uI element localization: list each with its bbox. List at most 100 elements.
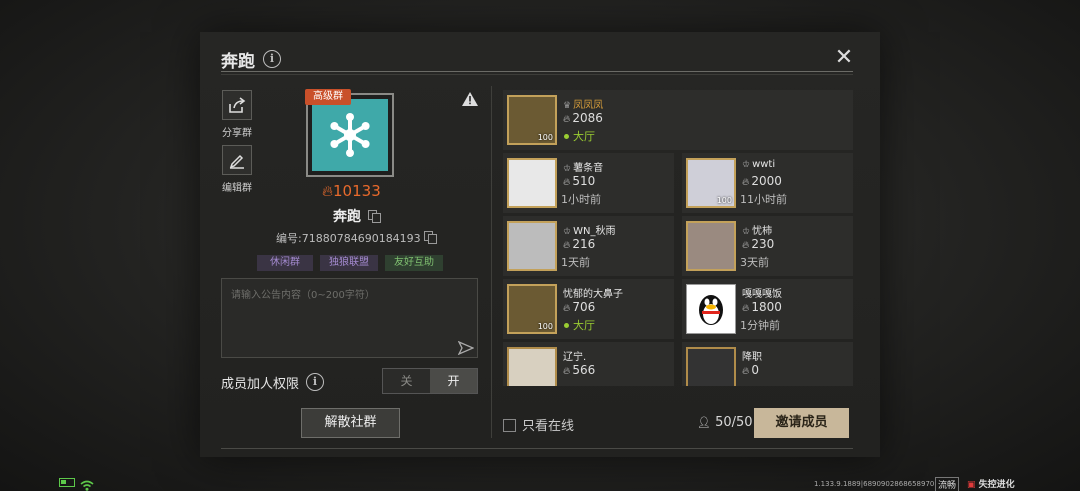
flame-icon: 🔥︎: [563, 303, 571, 314]
member-heat-value: 230: [751, 237, 775, 251]
close-button[interactable]: ✕: [832, 46, 856, 70]
copy-name-icon[interactable]: [368, 210, 381, 223]
member-count-value: 50/50: [715, 415, 753, 430]
tag-casual: 休闲群: [257, 255, 313, 271]
toggle-on[interactable]: 开: [430, 369, 477, 393]
member-name: ♔ wwti: [742, 159, 775, 170]
member-avatar: [507, 221, 557, 271]
member-heat: 🔥︎ 2000: [742, 174, 782, 188]
only-online-label: 只看在线: [522, 419, 575, 434]
disband-button[interactable]: 解散社群: [301, 408, 400, 438]
member-heat: 🔥︎ 1800: [742, 300, 782, 314]
member-card[interactable]: 100 ♛ 凤凤凤 🔥︎ 2086 大厅: [503, 90, 853, 150]
share-group-button[interactable]: [222, 90, 252, 120]
member-heat-value: 706: [572, 300, 596, 314]
member-card[interactable]: 100 ♔ wwti 🔥︎ 2000 11小时前: [682, 153, 853, 213]
brand-logo: ▣ 失控进化: [967, 480, 1015, 490]
toggle-off[interactable]: 关: [383, 369, 430, 393]
member-name: 辽宁.: [563, 352, 587, 363]
only-online-filter[interactable]: 只看在线: [503, 415, 574, 434]
member-heat: 🔥︎ 216: [563, 237, 595, 251]
flame-icon: 🔥︎: [742, 240, 750, 251]
member-avatar: 100: [507, 284, 557, 334]
member-status: 大厅: [561, 317, 595, 333]
permission-label: 成员加人权限: [221, 377, 300, 392]
group-heat: 🔥︎10133: [322, 182, 381, 200]
rank-medal-icon: ♔: [742, 227, 751, 237]
member-list[interactable]: 100 ♛ 凤凤凤 🔥︎ 2086 大厅 ♔ 薯条音 🔥︎ 510 1小时前 100 ♔…: [503, 90, 853, 386]
member-avatar: [507, 158, 557, 208]
member-name-text: wwti: [752, 159, 776, 170]
member-avatar: [686, 284, 736, 334]
member-status: 1分钟前: [740, 319, 780, 332]
member-card[interactable]: 嘎嘎嘎饭 🔥︎ 1800 1分钟前: [682, 279, 853, 339]
share-group-label: 分享群: [222, 128, 252, 139]
rank-medal-icon: ♔: [563, 227, 572, 237]
group-name: 奔跑: [333, 209, 361, 225]
member-status-text: 大厅: [573, 319, 595, 332]
member-heat-value: 2000: [751, 174, 782, 188]
member-avatar: [686, 347, 736, 386]
member-card[interactable]: ♔ WN_秋雨 🔥︎ 216 1天前: [503, 216, 674, 276]
send-icon[interactable]: [457, 340, 475, 359]
member-avatar: 100: [507, 95, 557, 145]
member-heat: 🔥︎ 566: [563, 363, 595, 377]
member-status-text: 大厅: [573, 130, 595, 143]
member-status: 11小时前: [740, 193, 787, 206]
member-status: 1小时前: [561, 193, 601, 206]
member-name: ♔ WN_秋雨: [563, 222, 615, 237]
flame-icon: 🔥︎: [563, 177, 571, 188]
member-name: ♔ 薯条音: [563, 159, 603, 174]
member-heat-value: 1800: [751, 300, 782, 314]
notice-placeholder: 请输入公告内容（0~200字符）: [231, 290, 375, 301]
member-card[interactable]: 100 忧郁的大鼻子 🔥︎ 706 大厅: [503, 279, 674, 339]
member-name: 忧郁的大鼻子: [563, 289, 623, 300]
member-heat-value: 2086: [572, 111, 603, 125]
invite-members-button[interactable]: 邀请成员: [754, 408, 849, 438]
member-heat: 🔥︎ 2086: [563, 111, 603, 125]
warning-icon[interactable]: [461, 91, 479, 111]
member-count: 👤︎ 50/50: [697, 415, 753, 430]
member-avatar: 100: [686, 158, 736, 208]
member-status: 1天前: [561, 256, 590, 269]
flame-icon: 🔥︎: [563, 240, 571, 251]
member-name-text: 凤凤凤: [573, 100, 604, 111]
version-text: 1.133.9.1889|6890902868658970: [814, 480, 935, 488]
member-card[interactable]: 降职 🔥︎ 0: [682, 342, 853, 386]
member-heat: 🔥︎ 510: [563, 174, 595, 188]
group-avatar[interactable]: [306, 93, 394, 177]
member-heat: 🔥︎ 230: [742, 237, 774, 251]
vertical-divider: [491, 86, 492, 438]
member-avatar: [686, 221, 736, 271]
member-name-text: WN_秋雨: [573, 226, 616, 237]
member-level: 100: [537, 133, 553, 142]
penguin-icon: [699, 295, 723, 325]
crown-icon: ♛: [563, 101, 572, 111]
member-heat-value: 510: [572, 174, 596, 188]
member-card[interactable]: ♔ 薯条音 🔥︎ 510 1小时前: [503, 153, 674, 213]
member-heat-value: 566: [572, 363, 596, 377]
permission-info-icon[interactable]: i: [306, 373, 324, 391]
wifi-icon: [80, 476, 94, 491]
page-title: 奔跑: [221, 52, 255, 72]
notice-input[interactable]: 请输入公告内容（0~200字符）: [221, 278, 478, 358]
only-online-checkbox[interactable]: [503, 419, 516, 432]
copy-id-icon[interactable]: [424, 231, 437, 244]
member-card[interactable]: 辽宁. 🔥︎ 566: [503, 342, 674, 386]
member-heat-value: 216: [572, 237, 596, 251]
flame-icon: 🔥︎: [742, 366, 750, 377]
member-status: 大厅: [561, 128, 595, 144]
member-card[interactable]: ♔ 忧柿 🔥︎ 230 3天前: [682, 216, 853, 276]
group-heat-value: 10133: [333, 182, 381, 200]
snowflake-icon: [330, 113, 370, 157]
flame-icon: 🔥︎: [563, 366, 571, 377]
person-icon: 👤︎: [697, 416, 711, 429]
info-icon[interactable]: i: [263, 50, 281, 68]
member-name: 嘎嘎嘎饭: [742, 289, 782, 300]
member-name-text: 薯条音: [573, 163, 604, 174]
edit-group-button[interactable]: [222, 145, 252, 175]
flame-icon: 🔥︎: [322, 182, 334, 200]
member-heat: 🔥︎ 0: [742, 363, 759, 377]
permission-toggle[interactable]: 关 开: [382, 368, 478, 394]
edit-icon: [229, 154, 244, 169]
